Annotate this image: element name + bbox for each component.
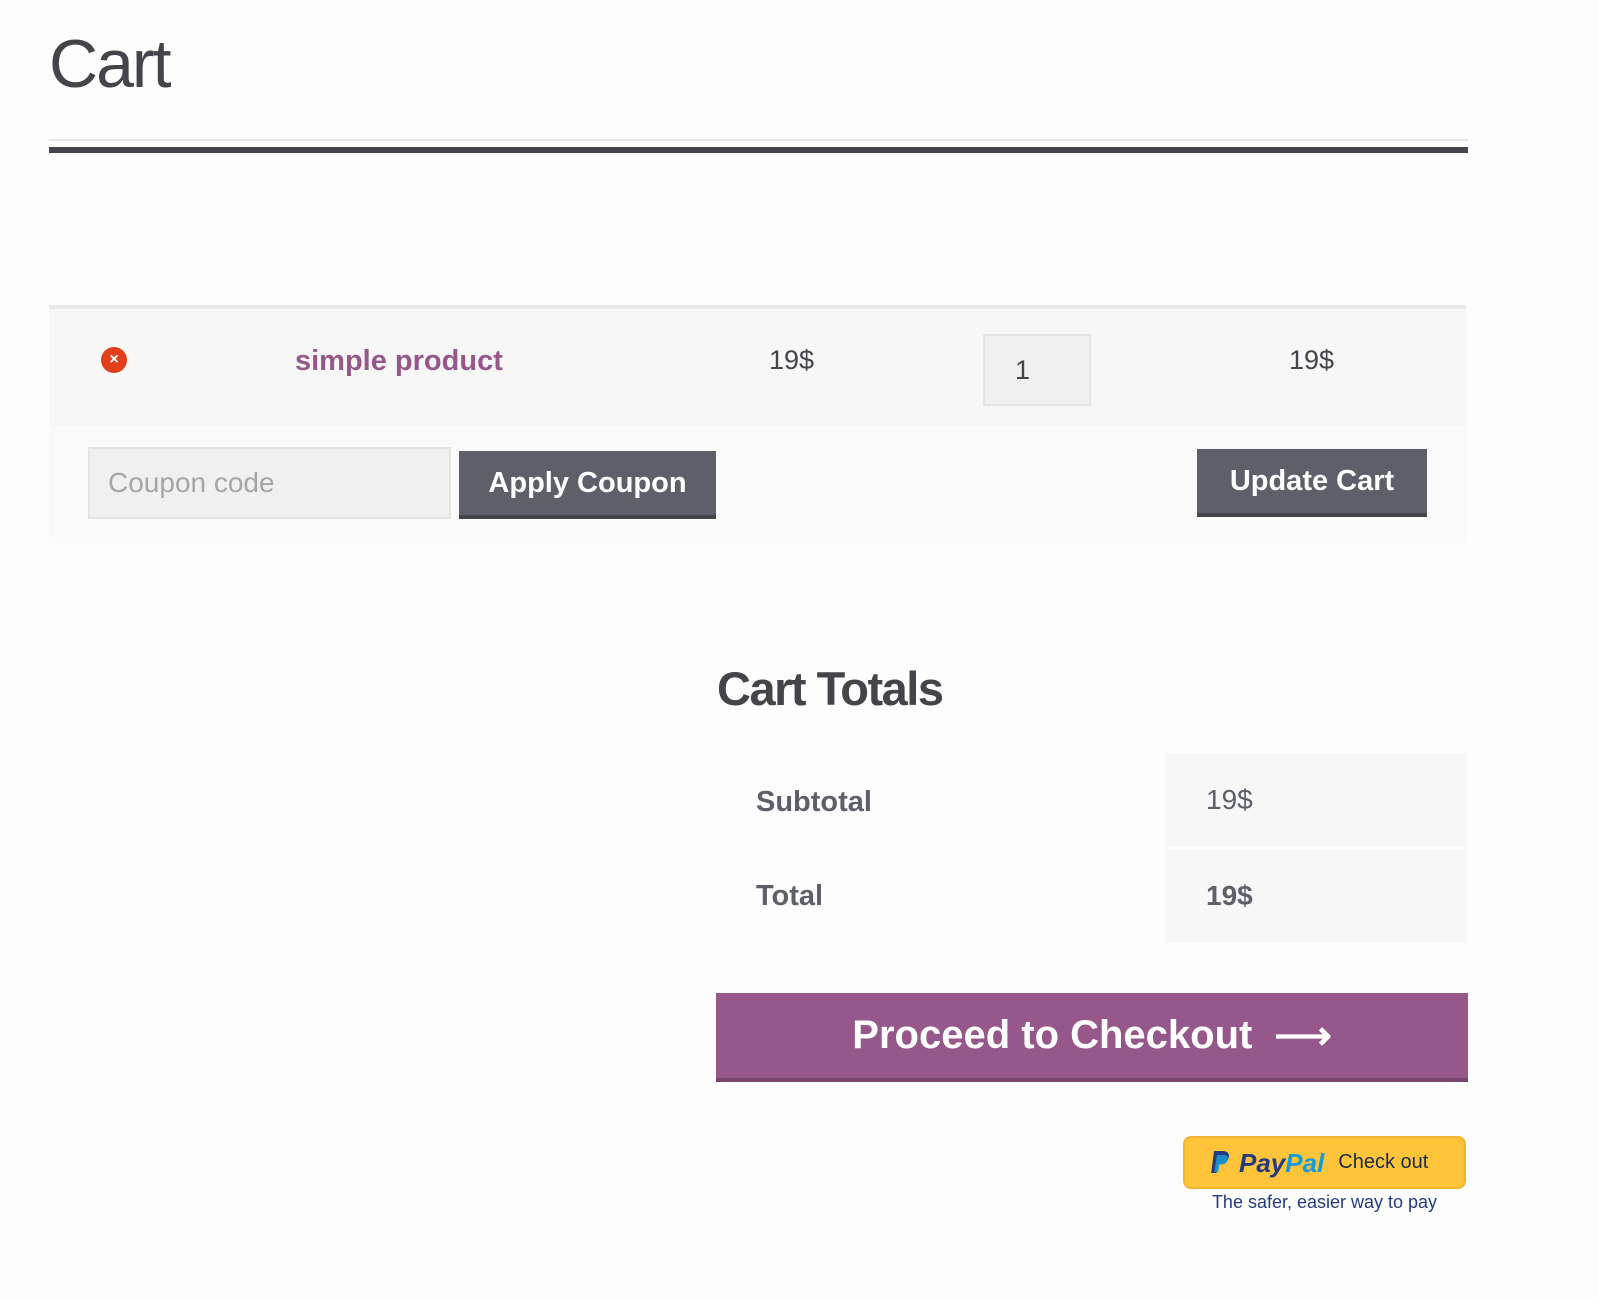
page-title: Cart — [49, 26, 171, 102]
line-subtotal: 19$ — [1289, 345, 1335, 375]
apply-coupon-button[interactable]: Apply Coupon — [459, 451, 716, 519]
cart-actions-row: Apply Coupon Update Cart — [49, 426, 1466, 543]
cart-totals-heading: Cart Totals — [717, 662, 944, 715]
paypal-checkout-label: Check out — [1338, 1151, 1429, 1173]
arrow-right-icon: ⟶ — [1274, 1013, 1332, 1058]
paypal-pal-text: Pal — [1285, 1147, 1325, 1178]
quantity-input[interactable] — [983, 334, 1091, 406]
paypal-p-icon — [1211, 1150, 1229, 1173]
update-cart-button[interactable]: Update Cart — [1197, 449, 1427, 517]
paypal-tagline: The safer, easier way to pay — [1211, 1192, 1438, 1212]
paypal-pay-text: Pay — [1239, 1147, 1286, 1178]
cart-item-row: × simple product 19$ 19$ — [49, 305, 1466, 426]
product-price: 19$ — [769, 345, 815, 375]
cart-table: × simple product 19$ 19$ Apply Coupon Up… — [49, 305, 1466, 543]
title-divider-thick — [49, 147, 1468, 153]
subtotal-label: Subtotal — [756, 786, 872, 818]
remove-circle-icon[interactable]: × — [101, 347, 127, 373]
paypal-logo-icon: PayPal — [1209, 1150, 1324, 1176]
paypal-checkout-button[interactable]: PayPal Check out — [1183, 1136, 1466, 1189]
checkout-label: Proceed to Checkout — [852, 1013, 1253, 1057]
product-name-link[interactable]: simple product — [295, 343, 503, 379]
subtotal-value: 19$ — [1206, 784, 1253, 815]
proceed-to-checkout-button[interactable]: Proceed to Checkout ⟶ — [716, 993, 1468, 1082]
title-divider-thin — [49, 139, 1468, 141]
coupon-code-input[interactable] — [88, 447, 451, 519]
total-label: Total — [756, 880, 824, 912]
total-value: 19$ — [1206, 880, 1253, 911]
